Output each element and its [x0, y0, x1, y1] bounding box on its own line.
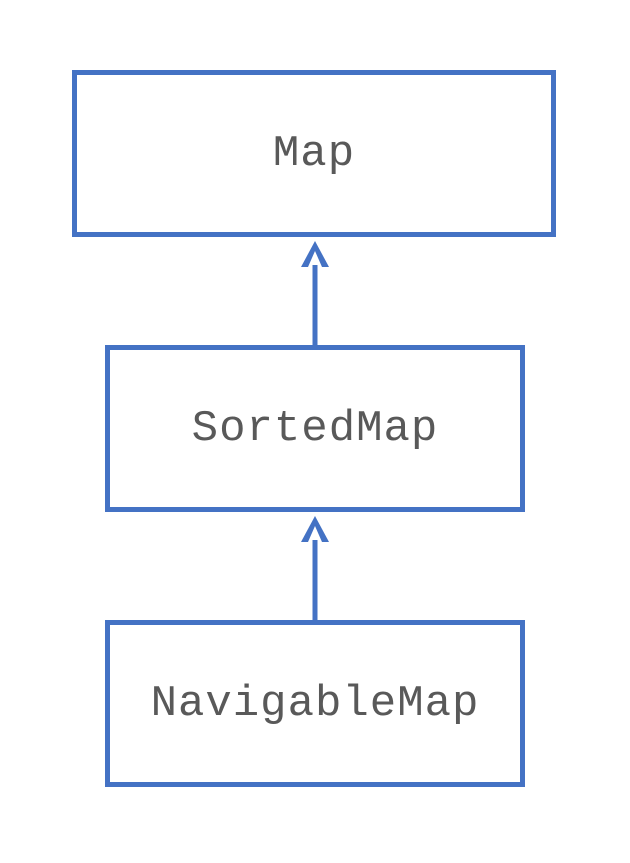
arrow-navigablemap-to-sortedmap: [313, 540, 318, 620]
node-sortedmap: SortedMap: [105, 345, 525, 512]
node-navigablemap: NavigableMap: [105, 620, 525, 787]
arrow-sortedmap-to-map-head: [301, 241, 329, 267]
arrow-sortedmap-to-map: [313, 265, 318, 345]
arrow-navigablemap-to-sortedmap-head: [301, 516, 329, 542]
node-map: Map: [72, 70, 556, 237]
node-navigablemap-label: NavigableMap: [151, 679, 480, 729]
node-sortedmap-label: SortedMap: [192, 404, 439, 454]
node-map-label: Map: [273, 129, 355, 179]
